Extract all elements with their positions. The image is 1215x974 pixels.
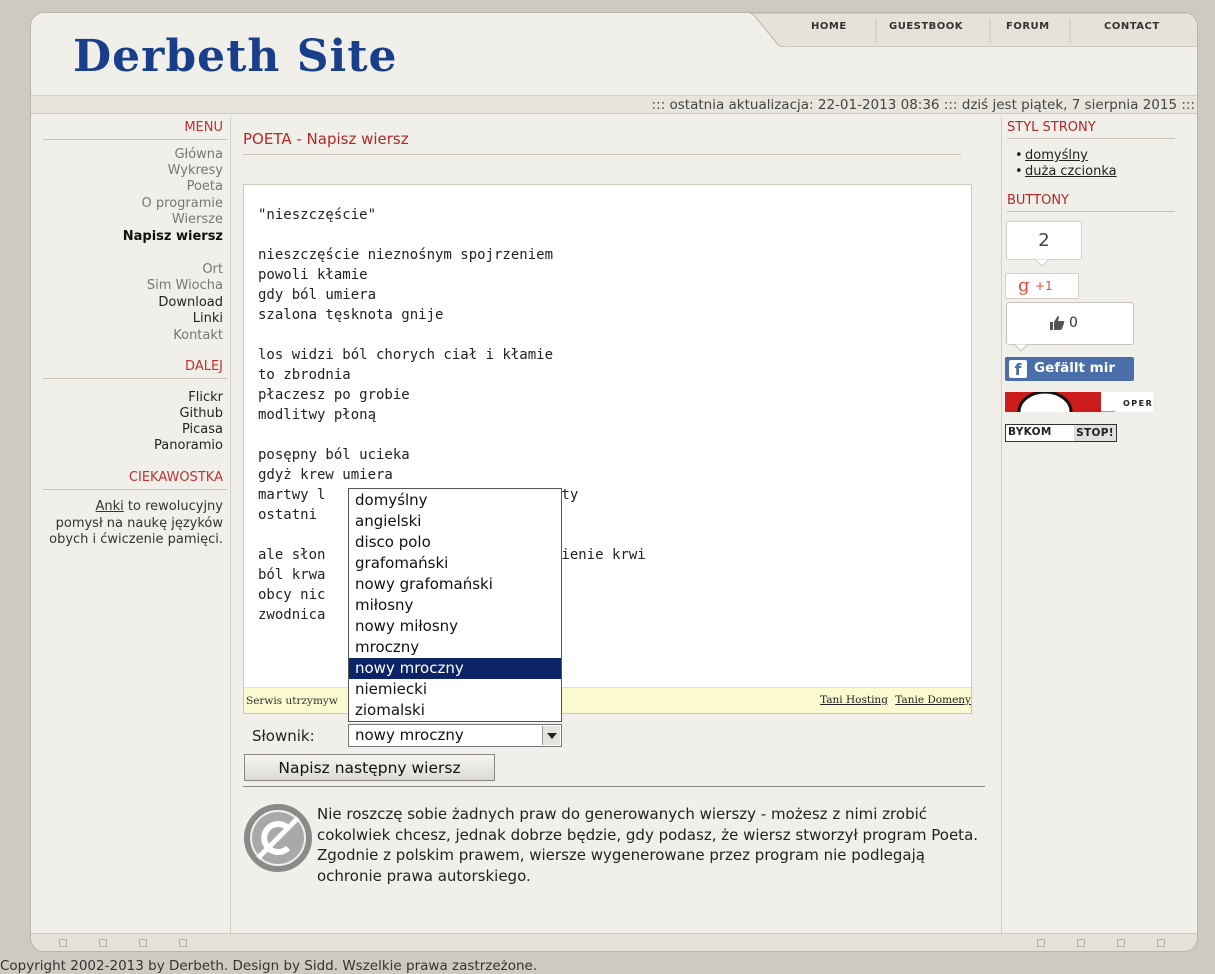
dict-option-milosny[interactable]: miłosny: [349, 595, 561, 616]
menu-item-linki[interactable]: Linki: [193, 311, 223, 326]
dalej-item-flickr[interactable]: Flickr: [188, 390, 223, 405]
bullet-icon: •: [1015, 148, 1023, 163]
decor-square-icon: [1037, 939, 1045, 947]
trivia-divider: [43, 489, 227, 490]
dict-option-mroczny[interactable]: mroczny: [349, 637, 561, 658]
decor-square-icon: [59, 939, 67, 947]
style-title: STYL STRONY: [1007, 120, 1096, 135]
menu-item-glowna[interactable]: Główna: [174, 147, 223, 162]
dict-option-disco-polo[interactable]: disco polo: [349, 532, 561, 553]
decor-square-icon: [1077, 939, 1085, 947]
page-frame: HOME GUESTBOOK FORUM CONTACT Derbeth Sit…: [30, 12, 1198, 952]
page-title: POETA - Napisz wiersz: [243, 130, 409, 148]
style-divider: [1007, 138, 1175, 139]
style-link-domyslny[interactable]: • domyślny: [1015, 148, 1088, 163]
dictionary-dropdown-list[interactable]: domyślny angielski disco polo grafomańsk…: [348, 488, 562, 722]
dict-option-angielski[interactable]: angielski: [349, 511, 561, 532]
left-column-separator: [230, 116, 231, 936]
menu-item-wiersze[interactable]: Wiersze: [172, 212, 223, 227]
next-poem-button[interactable]: Napisz następny wiersz: [244, 754, 495, 781]
bykom-stop-badge[interactable]: BYKOM STOP!: [1005, 424, 1117, 442]
like-pointer-icon: [1014, 344, 1028, 352]
dict-option-nowy-mroczny[interactable]: nowy mroczny: [349, 658, 561, 679]
opera-badge[interactable]: OPERA: [1005, 392, 1153, 412]
like-count-box: 0: [1006, 302, 1134, 345]
share-count-box: 2: [1006, 221, 1082, 260]
menu-item-ort[interactable]: Ort: [202, 262, 223, 277]
like-count: 0: [1069, 315, 1078, 331]
menu-item-napisz-wiersz[interactable]: Napisz wiersz: [123, 229, 223, 244]
facebook-like-button[interactable]: f Gefällt mir: [1005, 357, 1134, 381]
decor-square-icon: [139, 939, 147, 947]
link-tani-hosting[interactable]: Tani Hosting: [820, 694, 888, 706]
right-column-separator: [1001, 116, 1002, 936]
menu-item-sim-wiocha[interactable]: Sim Wiocha: [147, 278, 223, 293]
update-text: ::: ostatnia aktualizacja: 22-01-2013 08…: [651, 97, 1195, 113]
bykom-label: BYKOM: [1008, 426, 1052, 438]
buttons-title: BUTTONY: [1007, 193, 1069, 208]
facebook-icon: f: [1009, 360, 1027, 379]
menu-divider: [43, 139, 227, 140]
dict-option-nowy-milosny[interactable]: nowy miłosny: [349, 616, 561, 637]
top-nav: HOME GUESTBOOK FORUM CONTACT: [749, 13, 1197, 47]
buttons-divider: [1007, 211, 1175, 212]
trivia-link-anki[interactable]: Anki: [96, 499, 124, 514]
style-link-duza-czcionka[interactable]: • duża czcionka: [1015, 164, 1117, 179]
dalej-item-github[interactable]: Github: [179, 406, 223, 421]
decor-square-icon: [1157, 939, 1165, 947]
dict-option-niemiecki[interactable]: niemiecki: [349, 679, 561, 700]
menu-title: MENU: [184, 120, 223, 135]
dictionary-label: Słownik:: [252, 727, 315, 745]
dalej-title: DALEJ: [185, 359, 223, 374]
copyright-text: Copyright 2002-2013 by Derbeth. Design b…: [0, 958, 538, 974]
bottom-bar: [31, 933, 1197, 951]
dict-option-nowy-grafomanski[interactable]: nowy grafomański: [349, 574, 561, 595]
decor-square-icon: [1117, 939, 1125, 947]
license-text: Nie roszczę sobie żadnych praw do genero…: [317, 805, 979, 885]
trivia-body: to rewolucyjny pomysł na naukę języków o…: [49, 499, 223, 547]
menu-item-wykresy[interactable]: Wykresy: [168, 163, 223, 178]
bullet-icon: •: [1015, 164, 1023, 179]
decor-square-icon: [179, 939, 187, 947]
chevron-down-icon[interactable]: [542, 726, 560, 745]
nav-contact[interactable]: CONTACT: [1104, 21, 1160, 32]
google-plus-g-icon: g: [1018, 275, 1030, 296]
menu-item-poeta[interactable]: Poeta: [187, 179, 223, 194]
stop-label: STOP!: [1074, 425, 1116, 441]
dict-option-domyslny[interactable]: domyślny: [349, 490, 561, 511]
trivia-text: Anki to rewolucyjny pomysł na naukę języ…: [48, 499, 223, 549]
thumbs-up-icon: [1050, 316, 1065, 330]
opera-label: OPERA: [1123, 399, 1153, 408]
dictionary-select[interactable]: nowy mroczny: [348, 724, 562, 747]
nav-home[interactable]: HOME: [811, 21, 847, 32]
site-title[interactable]: Derbeth Site: [73, 31, 398, 82]
public-domain-icon: [244, 804, 312, 872]
nav-guestbook[interactable]: GUESTBOOK: [889, 21, 963, 32]
google-plus-button[interactable]: g +1: [1005, 273, 1079, 299]
dalej-item-panoramio[interactable]: Panoramio: [154, 438, 223, 453]
google-plus-label: +1: [1035, 279, 1053, 293]
trivia-title: CIEKAWOSTKA: [128, 470, 223, 485]
hosting-links: Tani Hosting Tanie Domeny: [816, 694, 971, 706]
facebook-like-label: Gefällt mir: [1034, 360, 1115, 376]
dalej-divider: [43, 378, 227, 379]
dict-option-grafomanski[interactable]: grafomański: [349, 553, 561, 574]
update-bar: ::: ostatnia aktualizacja: 22-01-2013 08…: [31, 95, 1197, 114]
hosting-text: Serwis utrzymyw: [246, 695, 338, 707]
left-sidebar: MENU Główna Wykresy Poeta O programie Wi…: [31, 116, 227, 916]
menu-item-kontakt[interactable]: Kontakt: [173, 328, 223, 343]
license-paragraph: Nie roszczę sobie żadnych praw do genero…: [244, 804, 979, 886]
dalej-item-picasa[interactable]: Picasa: [182, 422, 223, 437]
dictionary-selected-value: nowy mroczny: [355, 726, 464, 744]
decor-square-icon: [99, 939, 107, 947]
title-divider: [243, 154, 961, 155]
dict-option-ziomalski[interactable]: ziomalski: [349, 700, 561, 721]
menu-item-o-programie[interactable]: O programie: [142, 196, 223, 211]
link-tanie-domeny[interactable]: Tanie Domeny: [895, 694, 971, 706]
menu-item-download[interactable]: Download: [158, 295, 223, 310]
main-divider: [243, 786, 985, 787]
nav-forum[interactable]: FORUM: [1006, 21, 1050, 32]
count-pointer-icon: [1035, 259, 1049, 267]
